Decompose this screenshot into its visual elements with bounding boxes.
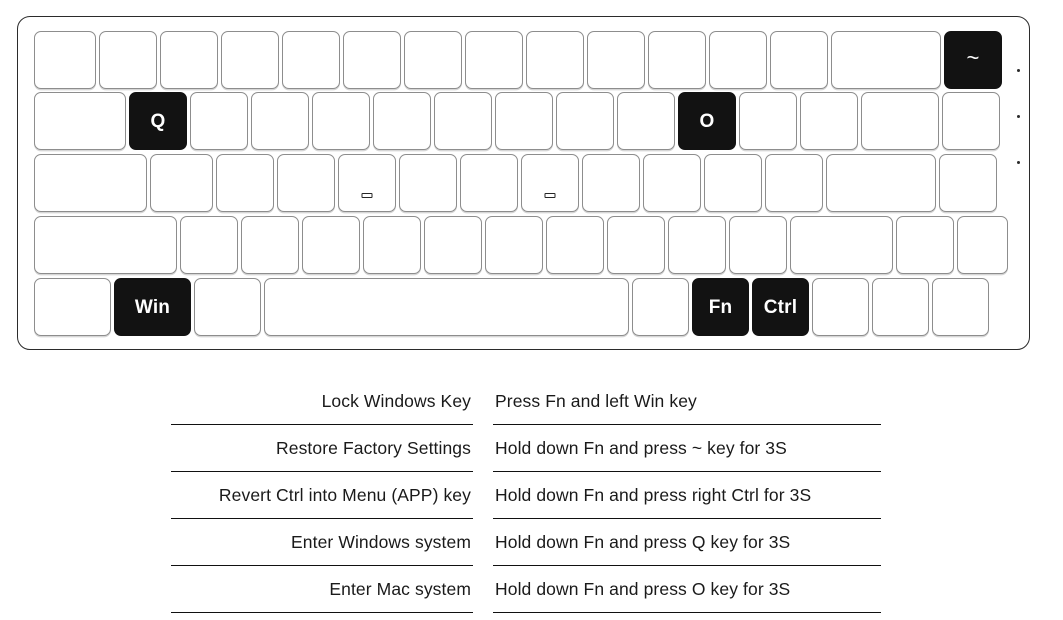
indicator-led-1 <box>1017 69 1020 72</box>
key-q[interactable]: Q <box>129 92 187 150</box>
key-w[interactable] <box>190 92 248 150</box>
key-shift-left[interactable] <box>34 216 177 274</box>
key-tab[interactable] <box>34 92 126 150</box>
key-p-left[interactable] <box>617 92 675 150</box>
qwerty-row: QO <box>34 92 1000 150</box>
keyboard-case: ~ Q O Win Fn Ctrl <box>17 16 1030 350</box>
key-f3[interactable] <box>221 31 279 89</box>
home-row <box>34 154 997 212</box>
key-f[interactable] <box>338 154 396 212</box>
shortcut-table: Lock Windows Key Restore Factory Settings… <box>171 378 881 613</box>
key-space[interactable] <box>264 278 629 336</box>
key-f6[interactable] <box>404 31 462 89</box>
key-ctrl-right[interactable]: Ctrl <box>752 278 809 336</box>
key-g[interactable] <box>399 154 457 212</box>
key-quote[interactable] <box>765 154 823 212</box>
key-d[interactable] <box>277 154 335 212</box>
key-x[interactable] <box>241 216 299 274</box>
shortcut-action-cell: Hold down Fn and press right Ctrl for 3S <box>493 472 881 519</box>
key-k[interactable] <box>582 154 640 212</box>
shortcut-function-cell: Revert Ctrl into Menu (APP) key <box>171 472 473 519</box>
shortcut-function-column: Lock Windows Key Restore Factory Settings… <box>171 378 473 613</box>
key-fn[interactable]: Fn <box>692 278 749 336</box>
key-bracket-right[interactable] <box>861 92 939 150</box>
key-arrow-left[interactable] <box>812 278 869 336</box>
shortcut-function-cell: Restore Factory Settings <box>171 425 473 472</box>
key-u[interactable] <box>495 92 553 150</box>
key-pgup[interactable] <box>939 154 997 212</box>
key-fn-label: Fn <box>708 296 733 318</box>
key-s[interactable] <box>216 154 274 212</box>
key-ctrl-left[interactable] <box>34 278 111 336</box>
key-f5[interactable] <box>343 31 401 89</box>
key-f1[interactable] <box>99 31 157 89</box>
key-l[interactable] <box>643 154 701 212</box>
key-shift-right[interactable] <box>790 216 893 274</box>
key-enter[interactable] <box>826 154 936 212</box>
shortcut-action-cell: Press Fn and left Win key <box>493 378 881 425</box>
key-j[interactable] <box>521 154 579 212</box>
key-period[interactable] <box>668 216 726 274</box>
shortcut-action-cell: Hold down Fn and press Q key for 3S <box>493 519 881 566</box>
shortcut-action-cell: Hold down Fn and press ~ key for 3S <box>493 425 881 472</box>
key-n[interactable] <box>485 216 543 274</box>
key-e[interactable] <box>251 92 309 150</box>
key-o-label: O <box>699 110 715 132</box>
key-b[interactable] <box>424 216 482 274</box>
key-z[interactable] <box>180 216 238 274</box>
key-alt-left[interactable] <box>194 278 261 336</box>
key-a[interactable] <box>150 154 213 212</box>
key-alt-right[interactable] <box>632 278 689 336</box>
key-tilde-label: ~ <box>966 45 980 70</box>
key-arrow-down[interactable] <box>872 278 929 336</box>
key-bracket-left[interactable] <box>800 92 858 150</box>
key-win-left[interactable]: Win <box>114 278 191 336</box>
key-comma[interactable] <box>607 216 665 274</box>
key-f12[interactable] <box>770 31 828 89</box>
key-r[interactable] <box>312 92 370 150</box>
key-win-left-label: Win <box>134 296 171 318</box>
key-h[interactable] <box>460 154 518 212</box>
key-arrow-up[interactable] <box>896 216 954 274</box>
key-f2[interactable] <box>160 31 218 89</box>
shift-row <box>34 216 1008 274</box>
key-f8[interactable] <box>526 31 584 89</box>
key-arrow-right[interactable] <box>932 278 989 336</box>
key-f11[interactable] <box>709 31 767 89</box>
shortcut-action-cell: Hold down Fn and press O key for 3S <box>493 566 881 613</box>
key-capslock[interactable] <box>34 154 147 212</box>
bottom-row: Win Fn Ctrl <box>34 278 989 336</box>
key-p[interactable] <box>739 92 797 150</box>
home-row-bump-icon <box>544 193 556 198</box>
key-esc[interactable] <box>34 31 96 89</box>
key-c[interactable] <box>302 216 360 274</box>
function-row: ~ <box>34 31 1002 89</box>
key-t[interactable] <box>373 92 431 150</box>
key-y[interactable] <box>434 92 492 150</box>
key-field: ~ Q O Win Fn Ctrl <box>34 31 1015 337</box>
shortcut-function-cell: Enter Mac system <box>171 566 473 613</box>
key-q-label: Q <box>150 110 166 132</box>
key-backslash[interactable] <box>942 92 1000 150</box>
key-f9[interactable] <box>587 31 645 89</box>
indicator-led-3 <box>1017 161 1020 164</box>
key-f4[interactable] <box>282 31 340 89</box>
key-m[interactable] <box>546 216 604 274</box>
shortcut-action-column: Press Fn and left Win key Hold down Fn an… <box>493 378 881 613</box>
key-backspace[interactable] <box>831 31 941 89</box>
key-f7[interactable] <box>465 31 523 89</box>
key-f10[interactable] <box>648 31 706 89</box>
shortcut-function-cell: Lock Windows Key <box>171 378 473 425</box>
key-tilde[interactable]: ~ <box>944 31 1002 89</box>
key-v[interactable] <box>363 216 421 274</box>
key-i[interactable] <box>556 92 614 150</box>
home-row-bump-icon <box>361 193 373 198</box>
key-pgdn[interactable] <box>957 216 1008 274</box>
key-semicolon[interactable] <box>704 154 762 212</box>
key-ctrl-right-label: Ctrl <box>763 296 798 318</box>
key-slash[interactable] <box>729 216 787 274</box>
shortcut-function-cell: Enter Windows system <box>171 519 473 566</box>
indicator-led-2 <box>1017 115 1020 118</box>
key-o[interactable]: O <box>678 92 736 150</box>
